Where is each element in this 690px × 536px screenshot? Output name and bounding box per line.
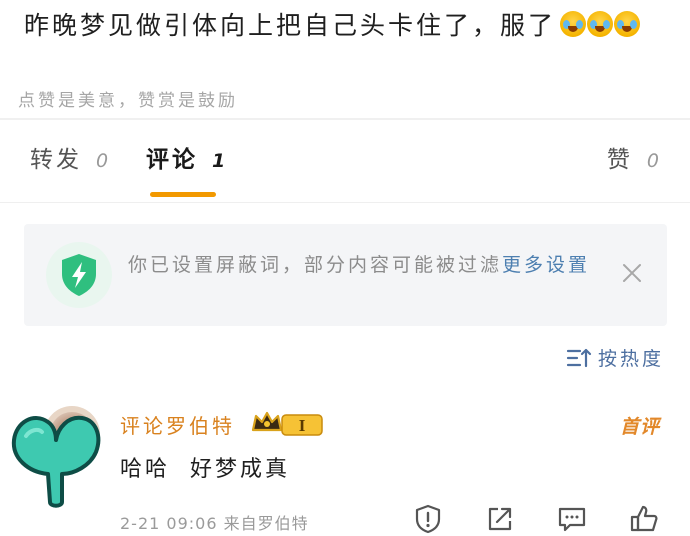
active-tab-indicator <box>150 192 216 197</box>
tab-like[interactable]: 赞 0 <box>607 140 662 174</box>
comment-meta: 2-21 09:06 来自罗伯特 <box>120 510 309 534</box>
post-content: 昨晚梦见做引体向上把自己头卡住了，服了 <box>24 6 641 42</box>
filter-notice: 你已设置屏蔽词，部分内容可能被过滤更多设置 <box>24 224 667 326</box>
crown-level-badge: I <box>251 411 323 436</box>
tab-repost-label: 转发 <box>30 147 82 173</box>
laugh-cry-emoji <box>560 11 587 37</box>
sort-button[interactable]: 按热度 <box>566 344 664 371</box>
share-icon[interactable] <box>485 504 515 534</box>
divider <box>0 202 690 203</box>
reward-slogan: 点赞是美意，赞赏是鼓励 <box>18 91 238 111</box>
badge-level: I <box>299 416 306 435</box>
sprout-sticker-icon <box>11 415 101 508</box>
tab-repost[interactable]: 转发 0 <box>30 140 111 174</box>
sort-label: 按热度 <box>597 348 664 370</box>
comment-source: 来自罗伯特 <box>223 514 309 533</box>
more-settings-link[interactable]: 更多设置 <box>502 254 590 276</box>
first-comment-badge: 首评 <box>619 416 660 438</box>
tab-like-label: 赞 <box>606 147 633 173</box>
tab-like-count: 0 <box>646 150 662 172</box>
close-icon[interactable] <box>621 262 643 284</box>
tab-repost-count: 0 <box>96 150 112 172</box>
tab-bar: 转发 0 评论 1 赞 0 <box>0 140 690 200</box>
emoji-group <box>560 11 641 37</box>
filter-notice-message: 你已设置屏蔽词，部分内容可能被过滤 <box>128 254 503 276</box>
tab-comment-label: 评论 <box>146 147 198 173</box>
tab-comment-count: 1 <box>212 150 229 172</box>
comment-reply-icon[interactable] <box>557 504 587 534</box>
comment-username[interactable]: 评论罗伯特 <box>120 410 235 439</box>
comment-time: 2-21 09:06 <box>120 514 218 533</box>
comment-text: 哈哈 好梦成真 <box>120 457 290 482</box>
shield-lightning-icon <box>46 242 112 308</box>
divider <box>0 118 690 120</box>
laugh-cry-emoji <box>587 11 614 37</box>
laugh-cry-emoji <box>614 11 641 37</box>
post-text: 昨晚梦见做引体向上把自己头卡住了，服了 <box>24 11 557 40</box>
sort-icon <box>566 348 592 367</box>
filter-notice-text: 你已设置屏蔽词，部分内容可能被过滤更多设置 <box>128 250 604 280</box>
like-icon[interactable] <box>629 504 659 534</box>
tab-comment[interactable]: 评论 1 <box>146 140 228 174</box>
report-icon[interactable] <box>413 504 443 534</box>
